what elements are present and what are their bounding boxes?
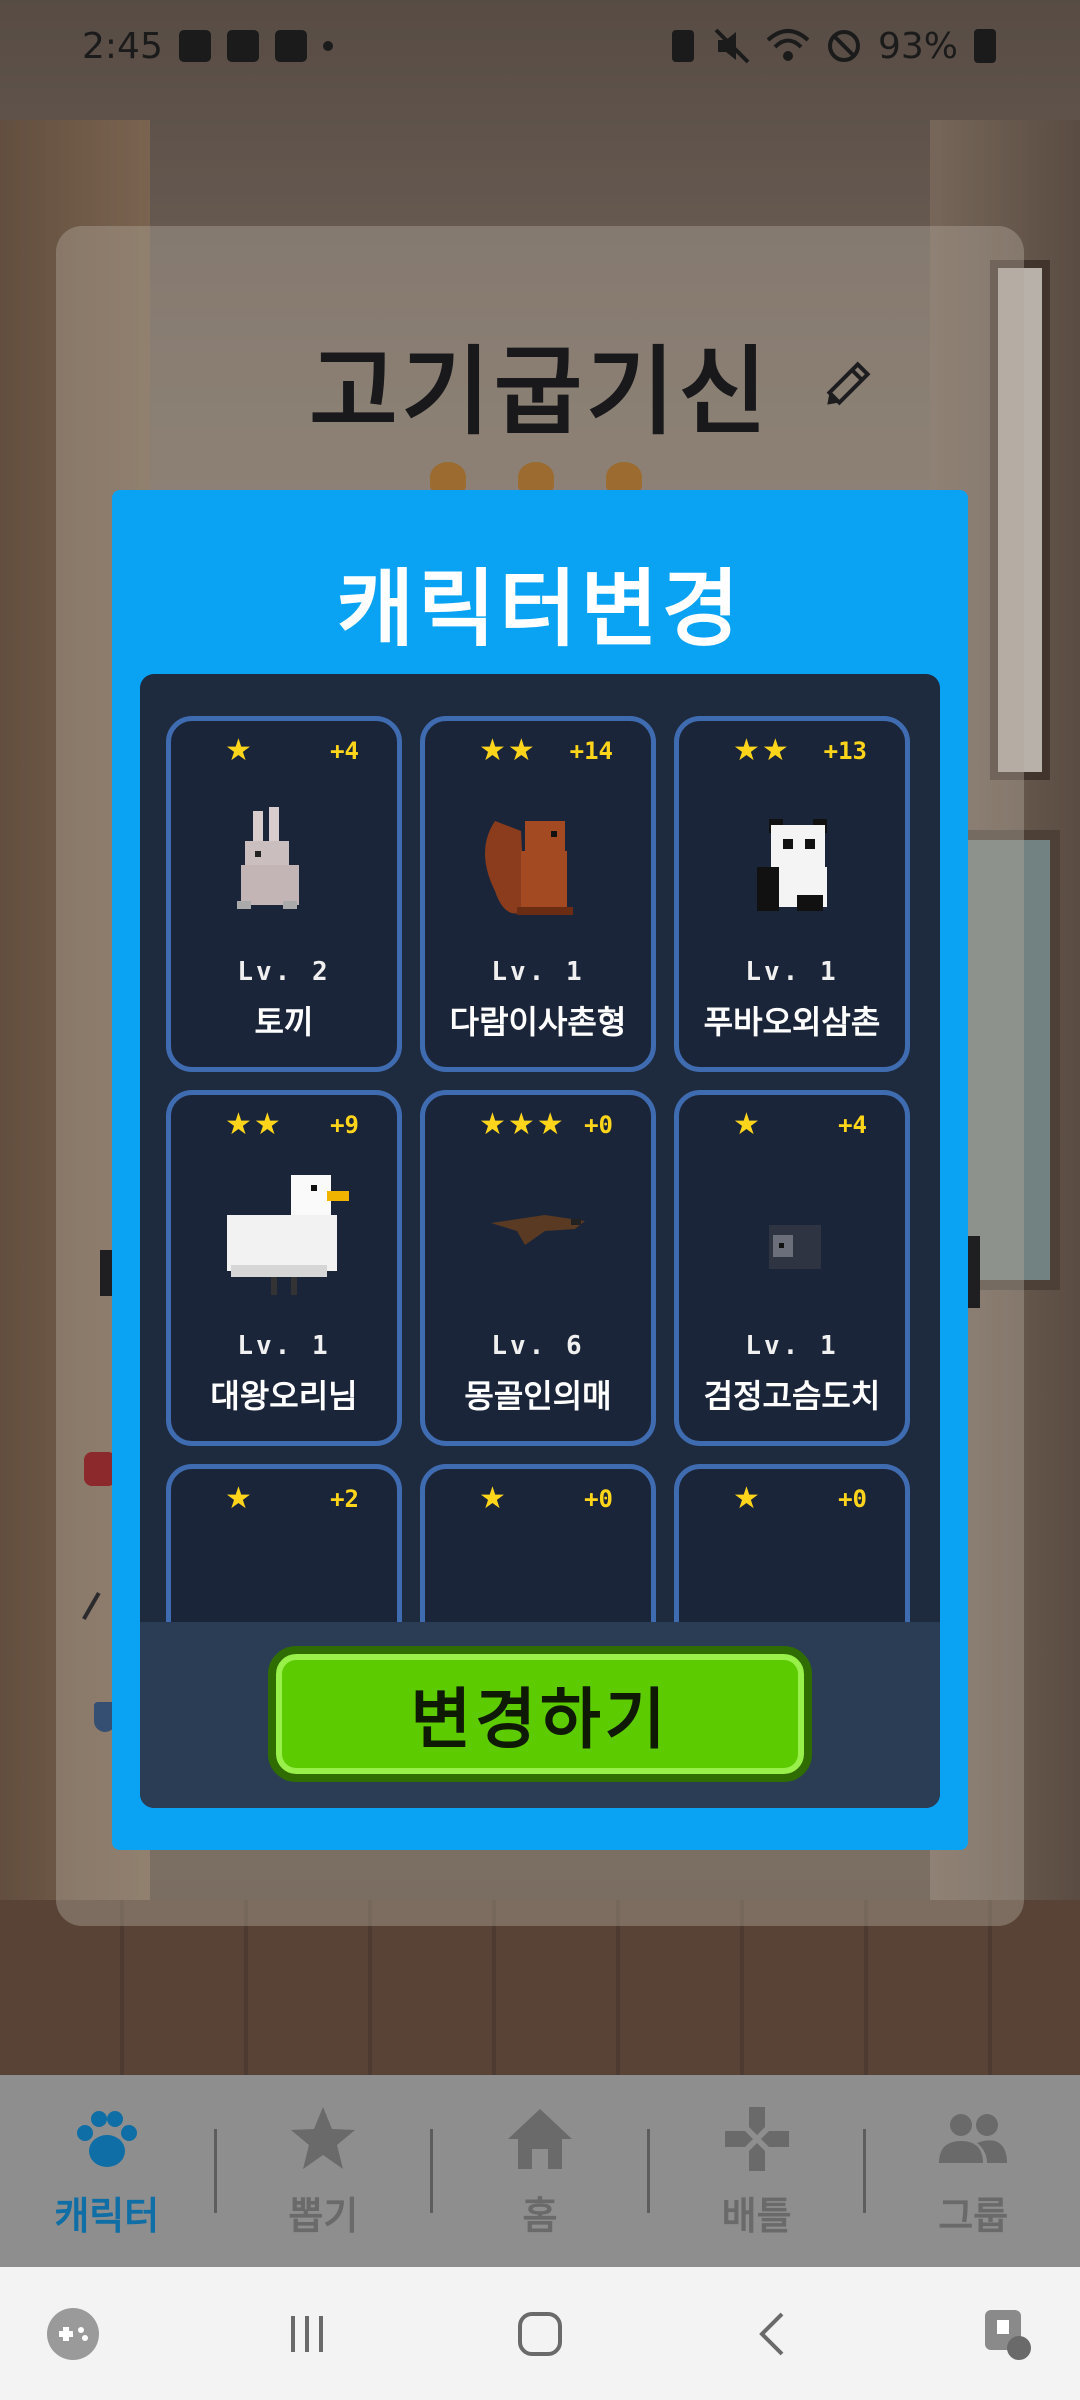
tab-label: 캐릭터 xyxy=(54,2193,160,2238)
rarity-stars: ★ xyxy=(225,733,254,768)
duck-sprite-icon xyxy=(227,1175,349,1295)
battery-icon xyxy=(974,29,996,63)
tab-label: 뽑기 xyxy=(288,2193,359,2238)
tab-gacha[interactable]: 뽑기 xyxy=(217,2075,431,2267)
character-card-9[interactable]: ★ +0 xyxy=(674,1464,910,1622)
wifi-icon xyxy=(766,29,810,61)
character-change-modal: 캐릭터변경 ★ +4 Lv. 2 토끼 ★★ +14 Lv. 1 다람이사촌형 … xyxy=(112,490,968,1850)
rarity-stars: ★ xyxy=(733,1481,762,1516)
gamepad-icon xyxy=(721,2103,793,2179)
character-card-squirrel[interactable]: ★★ +14 Lv. 1 다람이사촌형 xyxy=(420,716,656,1072)
modal-title: 캐릭터변경 xyxy=(336,560,744,658)
bonus-value: +14 xyxy=(569,737,613,765)
character-name: 다람이사촌형 xyxy=(449,1003,627,1041)
tab-label: 홈 xyxy=(522,2193,558,2238)
clock-app-icon xyxy=(226,30,259,62)
bonus-value: +13 xyxy=(823,737,867,765)
group-icon xyxy=(937,2103,1009,2179)
character-list-container[interactable]: ★ +4 Lv. 2 토끼 ★★ +14 Lv. 1 다람이사촌형 ★★ +13… xyxy=(140,674,940,1808)
bonus-value: +4 xyxy=(330,737,359,765)
character-level: Lv. 1 xyxy=(745,957,839,987)
tab-group[interactable]: 그룹 xyxy=(866,2075,1080,2267)
gallery-icon xyxy=(178,30,211,62)
mute-icon xyxy=(714,28,750,64)
tab-home[interactable]: 홈 xyxy=(433,2075,647,2267)
battery-saver-icon xyxy=(671,30,694,62)
rarity-stars: ★★ xyxy=(733,733,791,768)
character-name: 푸바오외삼촌 xyxy=(703,1003,881,1041)
character-name: 몽골인의매 xyxy=(464,1377,612,1415)
bonus-value: +0 xyxy=(838,1485,867,1513)
bonus-value: +2 xyxy=(330,1485,359,1513)
system-nav-bar xyxy=(0,2267,1080,2400)
recent-apps-icon xyxy=(290,2315,323,2352)
game-tools-icon xyxy=(47,2307,99,2360)
paw-icon xyxy=(71,2103,143,2179)
game-tools-button[interactable] xyxy=(28,2289,118,2379)
rarity-stars: ★ xyxy=(479,1481,508,1516)
character-card-rabbit[interactable]: ★ +4 Lv. 2 토끼 xyxy=(166,716,402,1072)
character-level: Lv. 6 xyxy=(491,1331,585,1361)
button-area: 변경하기 xyxy=(140,1622,940,1808)
bonus-value: +4 xyxy=(838,1111,867,1139)
rabbit-sprite-icon xyxy=(237,807,299,909)
rarity-stars: ★ xyxy=(733,1107,762,1142)
character-level: Lv. 1 xyxy=(491,957,585,987)
more-dot-icon xyxy=(322,41,333,51)
home-button[interactable] xyxy=(495,2289,585,2379)
home-circle-icon xyxy=(518,2311,562,2356)
character-card-duck[interactable]: ★★ +9 Lv. 1 대왕오리님 xyxy=(166,1090,402,1446)
character-level: Lv. 1 xyxy=(745,1331,839,1361)
character-level: Lv. 1 xyxy=(237,1331,331,1361)
squirrel-sprite-icon xyxy=(485,821,573,915)
pay-icon xyxy=(274,30,307,62)
bonus-value: +9 xyxy=(330,1111,359,1139)
character-sprite-icon xyxy=(425,1539,651,1622)
star-icon xyxy=(287,2103,359,2179)
character-card-8[interactable]: ★ +0 xyxy=(420,1464,656,1622)
status-time: 2:45 xyxy=(82,25,163,67)
rarity-stars: ★★ xyxy=(479,733,537,768)
character-card-hedgehog[interactable]: ★ +4 Lv. 1 검정고슴도치 xyxy=(674,1090,910,1446)
bottom-tab-bar: 캐릭터 뽑기 홈 배틀 그룹 xyxy=(0,2075,1080,2267)
tab-character[interactable]: 캐릭터 xyxy=(0,2075,214,2267)
bonus-value: +0 xyxy=(584,1111,613,1139)
panda-sprite-icon xyxy=(757,819,827,911)
bonus-value: +0 xyxy=(584,1485,613,1513)
character-name: 검정고슴도치 xyxy=(703,1377,881,1415)
character-card-hawk[interactable]: ★★★ +0 Lv. 6 몽골인의매 xyxy=(420,1090,656,1446)
character-name: 대왕오리님 xyxy=(210,1377,358,1415)
change-character-button[interactable]: 변경하기 xyxy=(268,1646,812,1782)
back-button[interactable] xyxy=(729,2289,819,2379)
do-not-disturb-icon xyxy=(827,30,860,62)
character-card-7[interactable]: ★ +2 xyxy=(166,1464,402,1622)
character-grid[interactable]: ★ +4 Lv. 2 토끼 ★★ +14 Lv. 1 다람이사촌형 ★★ +13… xyxy=(140,674,940,1622)
tab-label: 그룹 xyxy=(938,2193,1009,2238)
accessibility-button[interactable] xyxy=(962,2289,1052,2379)
touch-lock-icon xyxy=(985,2309,1031,2360)
character-level: Lv. 2 xyxy=(237,957,331,987)
tab-label: 배틀 xyxy=(721,2193,792,2238)
rarity-stars: ★★★ xyxy=(479,1107,566,1142)
tab-battle[interactable]: 배틀 xyxy=(650,2075,864,2267)
status-bar: 2:45 93% xyxy=(0,0,1080,92)
character-sprite-icon xyxy=(171,1539,397,1622)
rarity-stars: ★★ xyxy=(225,1107,283,1142)
hedgehog-sprite-icon xyxy=(769,1225,821,1269)
recent-apps-button[interactable] xyxy=(262,2289,352,2379)
hawk-sprite-icon xyxy=(491,1215,585,1245)
character-card-panda[interactable]: ★★ +13 Lv. 1 푸바오외삼촌 xyxy=(674,716,910,1072)
home-icon xyxy=(504,2103,576,2179)
battery-percent: 93% xyxy=(877,25,958,67)
character-sprite-icon xyxy=(679,1539,905,1622)
rarity-stars: ★ xyxy=(225,1481,254,1516)
back-chevron-icon xyxy=(758,2312,783,2355)
character-name: 토끼 xyxy=(254,1003,314,1041)
